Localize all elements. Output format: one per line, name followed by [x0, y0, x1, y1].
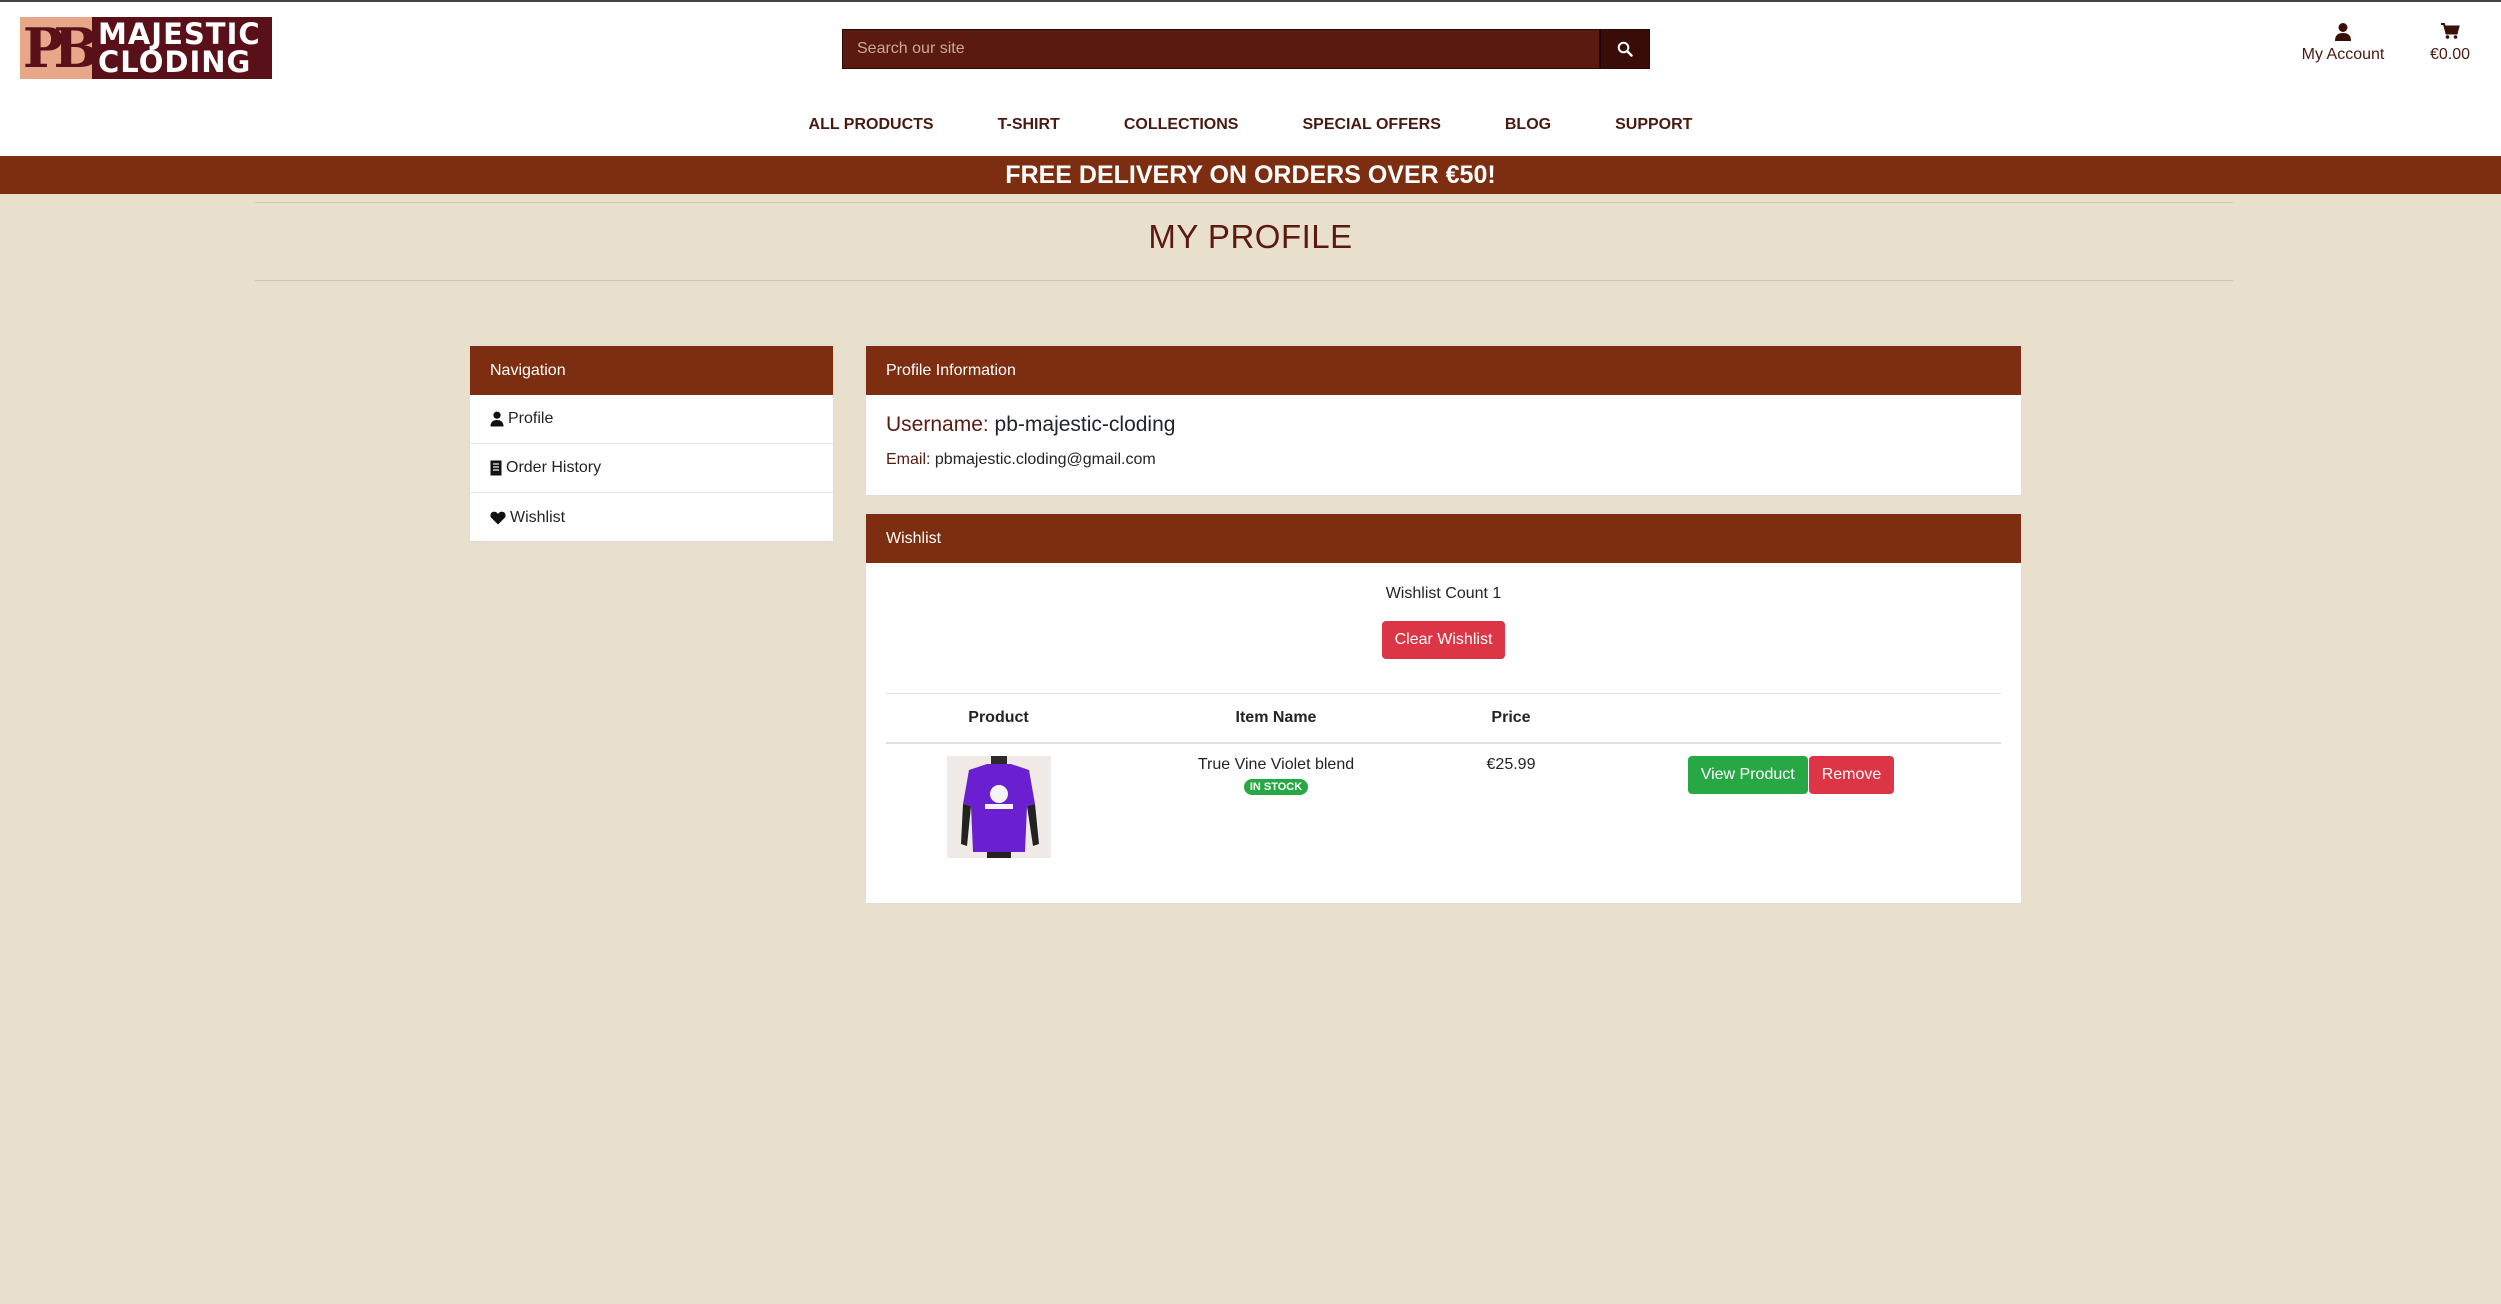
sidebar-item-wishlist[interactable]: Wishlist	[470, 493, 833, 542]
product-thumbnail[interactable]	[946, 755, 1051, 858]
logo-wordmark: MAJESTIC CLODING	[92, 17, 261, 79]
username-label: Username:	[886, 413, 989, 436]
cart-icon	[2441, 23, 2460, 39]
sidebar-item-profile[interactable]: Profile	[470, 395, 833, 444]
item-name: True Vine Violet blend	[1197, 755, 1355, 773]
logo-line-2: CLODING	[98, 45, 252, 79]
email-row: Email: pbmajestic.cloding@gmail.com	[886, 451, 2001, 469]
username-value: pb-majestic-cloding	[994, 413, 1176, 436]
site-header: PB MAJESTIC CLODING My Account	[0, 2, 2501, 156]
title-divider-bottom	[255, 280, 2233, 281]
profile-info-body: Username: pb-majestic-cloding Email: pbm…	[866, 395, 2021, 487]
my-account-link[interactable]: My Account	[2298, 22, 2388, 64]
sidebar-item-label: Wishlist	[510, 508, 566, 526]
title-divider-top	[255, 202, 2233, 203]
actions-cell: View Product Remove	[1581, 743, 2001, 863]
nav-special-offers[interactable]: SPECIAL OFFERS	[1302, 116, 1440, 134]
search-button[interactable]	[1600, 29, 1650, 69]
profile-info-header: Profile Information	[866, 346, 2021, 395]
item-name-cell: True Vine Violet blend IN STOCK	[1111, 743, 1441, 863]
cart-link[interactable]: €0.00	[2420, 22, 2480, 64]
sidebar-nav-header: Navigation	[470, 346, 833, 395]
price-cell: €25.99	[1486, 755, 1536, 773]
nav-t-shirt[interactable]: T-SHIRT	[998, 116, 1060, 134]
nav-support[interactable]: SUPPORT	[1615, 116, 1692, 134]
logo-monogram-text: PB	[22, 17, 99, 79]
sidebar-item-order-history[interactable]: Order History	[470, 444, 833, 493]
logo-line-1: MAJESTIC	[98, 17, 261, 51]
sidebar-item-label: Order History	[506, 459, 602, 476]
remove-button[interactable]: Remove	[1808, 755, 1895, 794]
wishlist-header: Wishlist	[866, 514, 2021, 563]
table-header-row: Product Item Name Price	[886, 693, 2001, 744]
email-value: pbmajestic.cloding@gmail.com	[934, 451, 1156, 468]
main-nav: ALL PRODUCTS T-SHIRT COLLECTIONS SPECIAL…	[0, 116, 2501, 134]
table-row: True Vine Violet blend IN STOCK €25.99 V…	[886, 743, 2001, 863]
stock-badge: IN STOCK	[1243, 778, 1309, 795]
wishlist-table: Product Item Name Price True Vine Violet…	[886, 693, 2001, 863]
my-account-label: My Account	[2301, 46, 2385, 63]
promo-banner: FREE DELIVERY ON ORDERS OVER €50!	[0, 156, 2501, 194]
clear-wishlist-button[interactable]: Clear Wishlist	[1381, 621, 1506, 659]
logo-monogram: PB	[20, 17, 99, 79]
wishlist-card: Wishlist Wishlist Count 1 Clear Wishlist…	[865, 513, 2022, 904]
receipt-icon	[490, 460, 502, 476]
nav-all-products[interactable]: ALL PRODUCTS	[809, 116, 934, 134]
site-logo[interactable]: PB MAJESTIC CLODING	[20, 17, 272, 79]
search-bar	[842, 29, 1650, 69]
view-product-button[interactable]: View Product	[1687, 755, 1808, 794]
column-header-price: Price	[1441, 693, 1581, 744]
email-label: Email:	[886, 451, 931, 468]
username-row: Username: pb-majestic-cloding	[886, 413, 2001, 437]
column-header-actions	[1581, 693, 2001, 744]
column-header-product: Product	[886, 693, 1111, 744]
cart-total: €0.00	[2429, 46, 2471, 63]
page-title: MY PROFILE	[1148, 218, 1353, 255]
nav-collections[interactable]: COLLECTIONS	[1124, 116, 1239, 134]
profile-info-card: Profile Information Username: pb-majesti…	[865, 345, 2022, 496]
nav-blog[interactable]: BLOG	[1505, 116, 1551, 134]
search-icon	[1617, 41, 1633, 57]
user-icon	[2335, 23, 2351, 41]
product-image-cell	[886, 743, 1111, 863]
wishlist-count: Wishlist Count 1	[1385, 585, 1502, 602]
search-input[interactable]	[842, 29, 1600, 69]
sidebar-nav-card: Navigation Profile Order History Wishlis…	[469, 345, 834, 542]
column-header-item-name: Item Name	[1111, 693, 1441, 744]
heart-icon	[490, 511, 506, 524]
sidebar-item-label: Profile	[508, 410, 554, 427]
user-icon	[490, 411, 504, 427]
